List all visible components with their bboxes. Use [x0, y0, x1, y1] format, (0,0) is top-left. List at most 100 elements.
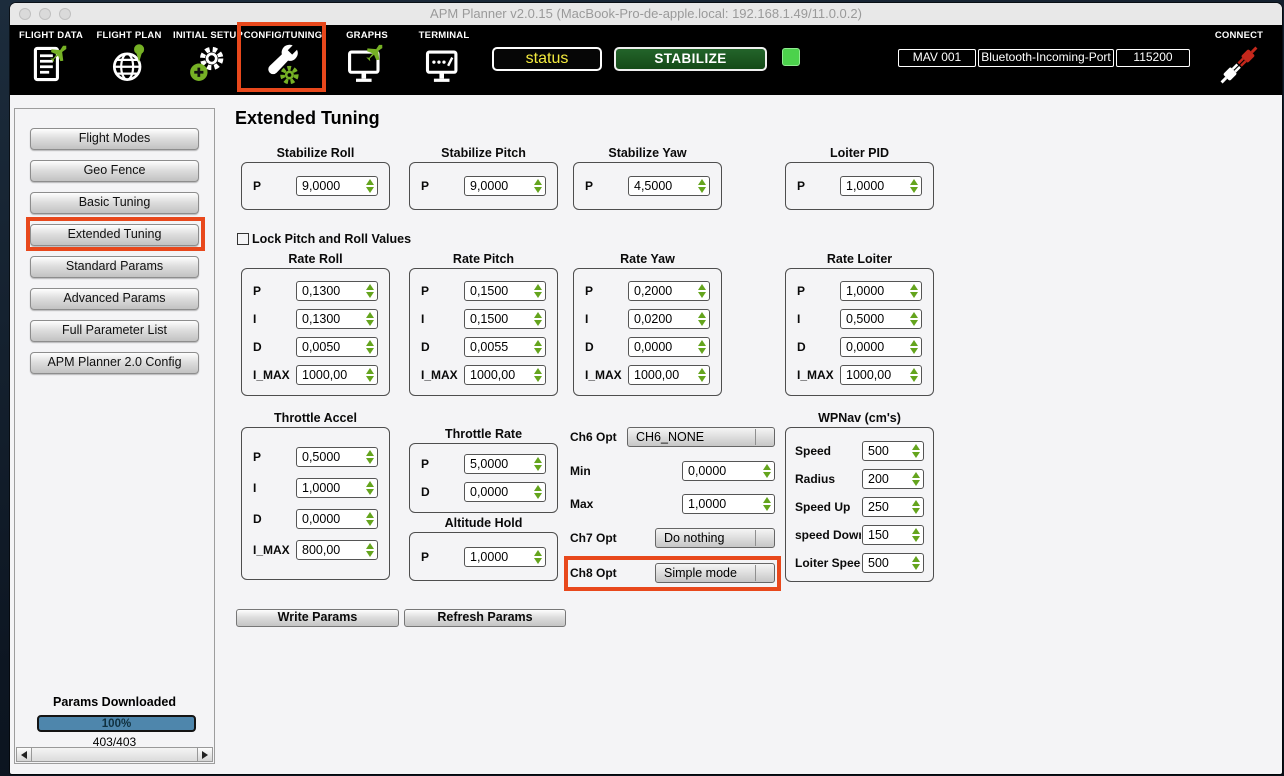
spin-down-icon[interactable] [763, 505, 771, 511]
sidebar-item-full-parameter-list[interactable]: Full Parameter List [30, 320, 199, 342]
spin-up-icon[interactable] [910, 312, 918, 318]
spin-down-icon[interactable] [366, 551, 374, 557]
spin-down-icon[interactable] [698, 376, 706, 382]
tab-initial-setup[interactable]: INITIAL SETUP [168, 27, 248, 91]
throttle-accel-imax-spinbox[interactable]: 800,00 [296, 540, 378, 560]
ch6-opt-combobox[interactable]: CH6_NONE [627, 427, 775, 447]
write-params-button[interactable]: Write Params [236, 609, 399, 627]
scrollbar-thumb[interactable] [32, 747, 197, 762]
rate-yaw-imax-spinbox[interactable]: 1000,00 [628, 365, 710, 385]
altitude-hold-p-spinbox[interactable]: 1,0000 [464, 547, 546, 567]
spin-down-icon[interactable] [698, 292, 706, 298]
spin-down-icon[interactable] [366, 489, 374, 495]
spin-up-icon[interactable] [910, 340, 918, 346]
ch8-opt-combobox[interactable]: Simple mode [655, 563, 775, 583]
spin-down-icon[interactable] [910, 187, 918, 193]
spin-down-icon[interactable] [910, 320, 918, 326]
baud-rate-select[interactable]: 115200 [1116, 49, 1190, 67]
spin-down-icon[interactable] [698, 348, 706, 354]
spin-up-icon[interactable] [698, 179, 706, 185]
rate-pitch-d-spinbox[interactable]: 0,0055 [464, 337, 546, 357]
spin-up-icon[interactable] [698, 368, 706, 374]
sidebar-horizontal-scrollbar[interactable] [16, 747, 213, 762]
tab-flight-plan[interactable]: FLIGHT PLAN [94, 27, 164, 91]
flight-mode-button[interactable]: STABILIZE [614, 47, 767, 71]
spin-down-icon[interactable] [698, 320, 706, 326]
spin-up-icon[interactable] [763, 497, 771, 503]
spin-down-icon[interactable] [763, 472, 771, 478]
minimize-window-button[interactable] [39, 8, 51, 20]
stabilize-roll-p-spinbox[interactable]: 9,0000 [296, 176, 378, 196]
spin-up-icon[interactable] [910, 179, 918, 185]
stabilize-pitch-p-spinbox[interactable]: 9,0000 [464, 176, 546, 196]
spin-down-icon[interactable] [534, 465, 542, 471]
zoom-window-button[interactable] [59, 8, 71, 20]
rate-yaw-p-spinbox[interactable]: 0,2000 [628, 281, 710, 301]
rate-pitch-p-spinbox[interactable]: 0,1500 [464, 281, 546, 301]
spin-up-icon[interactable] [534, 284, 542, 290]
rate-roll-imax-spinbox[interactable]: 1000,00 [296, 365, 378, 385]
spin-up-icon[interactable] [534, 457, 542, 463]
spin-up-icon[interactable] [366, 543, 374, 549]
lock-pitch-roll-checkbox[interactable] [237, 233, 249, 245]
rate-yaw-i-spinbox[interactable]: 0,0200 [628, 309, 710, 329]
spin-down-icon[interactable] [534, 558, 542, 564]
spin-down-icon[interactable] [366, 348, 374, 354]
close-window-button[interactable] [19, 8, 31, 20]
spin-up-icon[interactable] [534, 368, 542, 374]
rate-pitch-imax-spinbox[interactable]: 1000,00 [464, 365, 546, 385]
throttle-accel-p-spinbox[interactable]: 0,5000 [296, 447, 378, 467]
ch6-max-spinbox[interactable]: 1,0000 [682, 494, 775, 514]
sidebar-item-extended-tuning[interactable]: Extended Tuning [30, 224, 199, 246]
spin-down-icon[interactable] [912, 480, 920, 486]
spin-down-icon[interactable] [366, 520, 374, 526]
spin-down-icon[interactable] [366, 376, 374, 382]
spin-down-icon[interactable] [366, 187, 374, 193]
sidebar-item-apm-planner-config[interactable]: APM Planner 2.0 Config [30, 352, 199, 374]
sidebar-item-flight-modes[interactable]: Flight Modes [30, 128, 199, 150]
throttle-rate-d-spinbox[interactable]: 0,0000 [464, 482, 546, 502]
rate-loiter-d-spinbox[interactable]: 0,0000 [840, 337, 922, 357]
rate-roll-i-spinbox[interactable]: 0,1300 [296, 309, 378, 329]
sidebar-item-advanced-params[interactable]: Advanced Params [30, 288, 199, 310]
spin-up-icon[interactable] [534, 485, 542, 491]
tab-flight-data[interactable]: FLIGHT DATA [14, 27, 88, 91]
spin-down-icon[interactable] [534, 320, 542, 326]
wpnav-radius-spinbox[interactable]: 200 [862, 469, 924, 489]
spin-up-icon[interactable] [698, 284, 706, 290]
rate-roll-d-spinbox[interactable]: 0,0050 [296, 337, 378, 357]
spin-down-icon[interactable] [534, 348, 542, 354]
spin-up-icon[interactable] [912, 500, 920, 506]
spin-up-icon[interactable] [698, 312, 706, 318]
scroll-right-button[interactable] [197, 747, 213, 762]
rate-loiter-p-spinbox[interactable]: 1,0000 [840, 281, 922, 301]
spin-up-icon[interactable] [366, 450, 374, 456]
link-port-select[interactable]: Bluetooth-Incoming-Port [978, 49, 1114, 67]
spin-down-icon[interactable] [698, 187, 706, 193]
status-button[interactable]: status [492, 47, 602, 71]
spin-up-icon[interactable] [698, 340, 706, 346]
rate-pitch-i-spinbox[interactable]: 0,1500 [464, 309, 546, 329]
spin-down-icon[interactable] [366, 458, 374, 464]
wpnav-speed-up-spinbox[interactable]: 250 [862, 497, 924, 517]
spin-up-icon[interactable] [534, 179, 542, 185]
spin-down-icon[interactable] [912, 536, 920, 542]
spin-down-icon[interactable] [910, 348, 918, 354]
wpnav-speed-down-spinbox[interactable]: 150 [862, 525, 924, 545]
spin-up-icon[interactable] [366, 284, 374, 290]
refresh-params-button[interactable]: Refresh Params [404, 609, 566, 627]
loiter-pid-p-spinbox[interactable]: 1,0000 [840, 176, 922, 196]
spin-up-icon[interactable] [910, 368, 918, 374]
spin-up-icon[interactable] [912, 556, 920, 562]
spin-up-icon[interactable] [912, 472, 920, 478]
ch7-opt-combobox[interactable]: Do nothing [655, 528, 775, 548]
tab-graphs[interactable]: GRAPHS [333, 27, 401, 91]
spin-down-icon[interactable] [534, 376, 542, 382]
tab-terminal[interactable]: TERMINAL [410, 27, 478, 91]
throttle-accel-d-spinbox[interactable]: 0,0000 [296, 509, 378, 529]
spin-down-icon[interactable] [366, 292, 374, 298]
spin-up-icon[interactable] [366, 179, 374, 185]
rate-loiter-imax-spinbox[interactable]: 1000,00 [840, 365, 922, 385]
sidebar-item-basic-tuning[interactable]: Basic Tuning [30, 192, 199, 214]
rate-loiter-i-spinbox[interactable]: 0,5000 [840, 309, 922, 329]
